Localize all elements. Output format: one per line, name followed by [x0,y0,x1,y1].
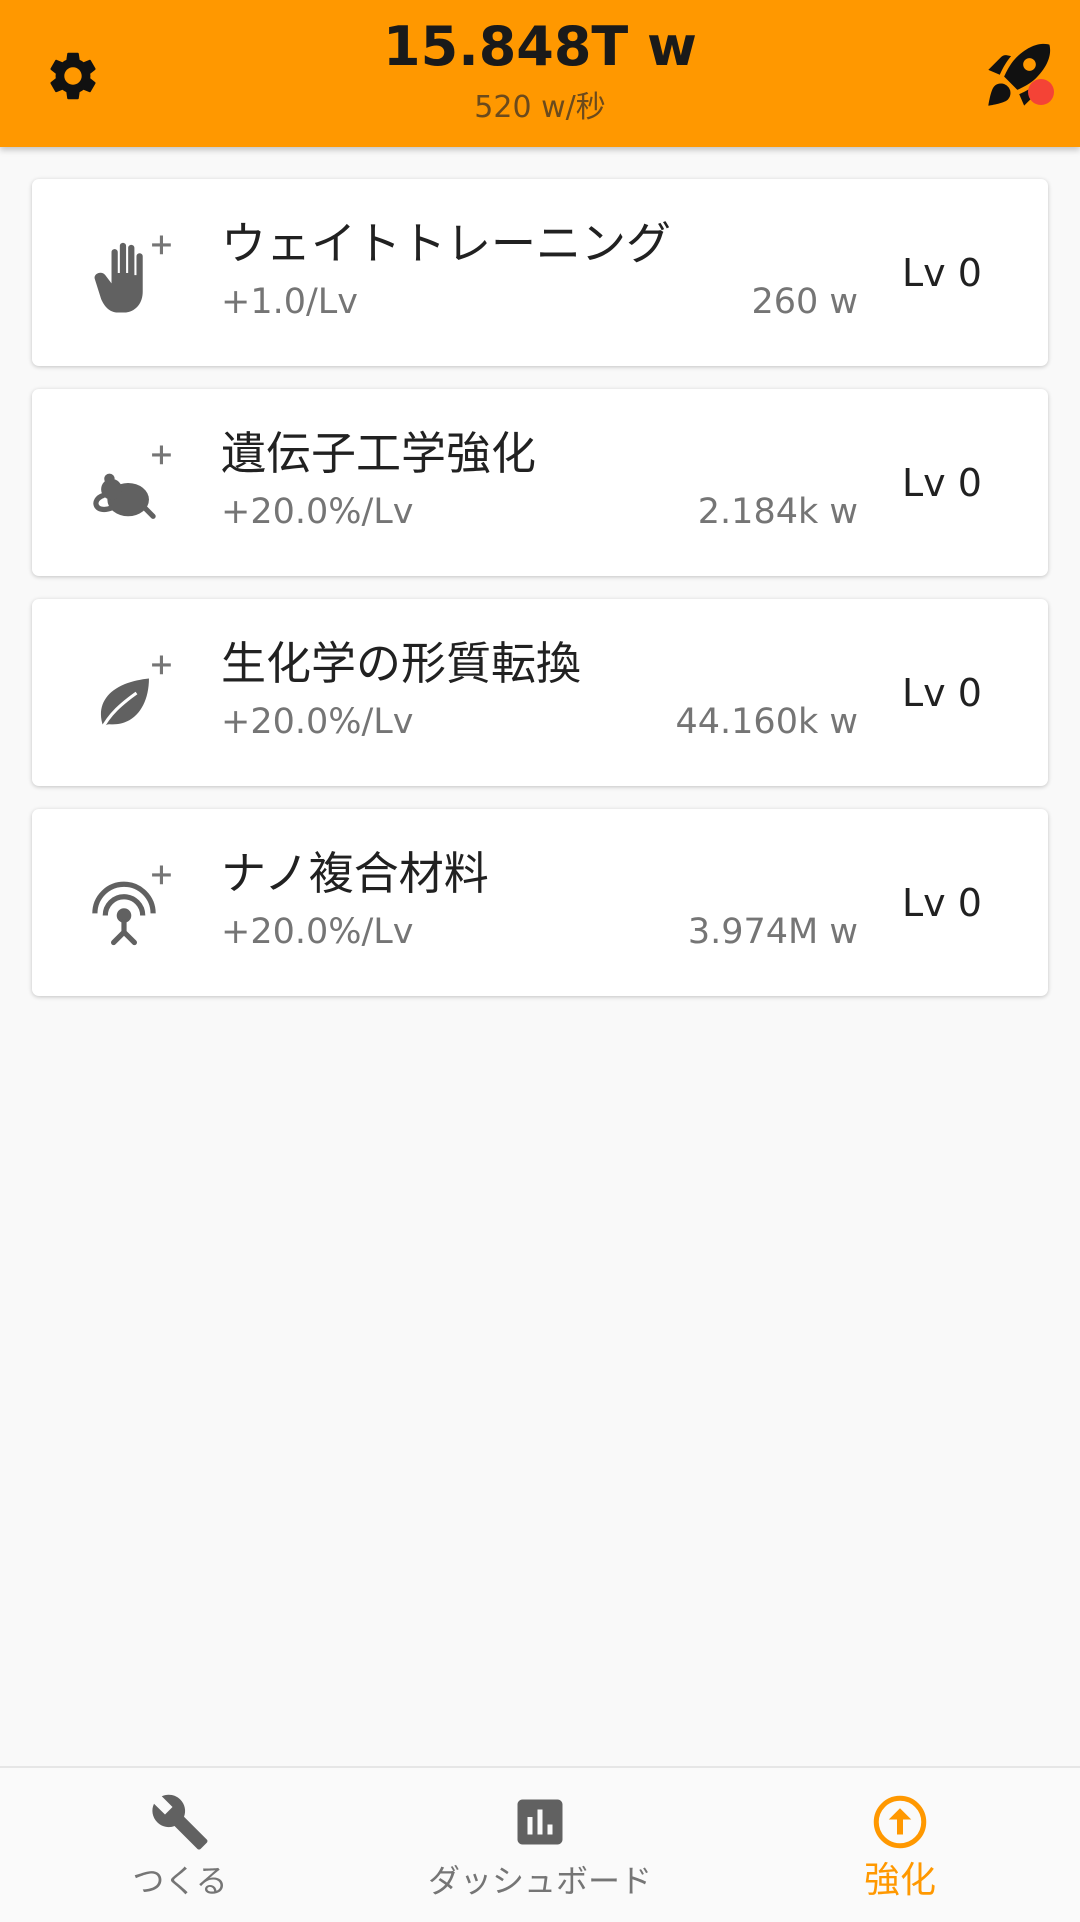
bottom-navigation: つくる ダッシュボード 強化 [0,1766,1080,1920]
upgrade-title: ナノ複合材料 [221,847,489,900]
antenna-plus-icon [72,851,176,955]
upgrade-title: ウェイトトレーニング [221,217,672,270]
upgrade-cost: 260 w [751,282,858,322]
upgrade-title: 生化学の形質転換 [221,637,582,690]
nav-label: ダッシュボード [427,1862,652,1900]
upgrade-level: Lv 0 [902,881,982,925]
mouse-plus-icon [72,431,176,535]
nav-item-create[interactable]: つくる [0,1768,360,1922]
upgrade-level: Lv 0 [902,671,982,715]
nav-label: つくる [132,1862,228,1900]
app-header: 15.848T w 520 w/秒 [0,0,1080,147]
upgrade-effect: +20.0%/Lv [221,912,414,952]
nav-item-upgrade[interactable]: 強化 [720,1768,1080,1922]
upgrade-level: Lv 0 [902,461,982,505]
upgrade-card-biochemical-transformation[interactable]: 生化学の形質転換 +20.0%/Lv 44.160k w Lv 0 [32,599,1048,786]
upgrade-cost: 2.184k w [697,492,858,532]
upgrade-card-weight-training[interactable]: ウェイトトレーニング +1.0/Lv 260 w Lv 0 [32,179,1048,366]
hand-plus-icon [72,221,176,325]
upgrade-cost: 44.160k w [675,702,859,742]
upgrade-cost: 3.974M w [687,912,858,952]
upgrade-effect: +1.0/Lv [221,282,358,322]
production-rate: 520 w/秒 [474,90,606,125]
upgrade-title: 遺伝子工学強化 [221,427,537,480]
upgrade-list: ウェイトトレーニング +1.0/Lv 260 w Lv 0 遺伝子工学強化 +2… [32,179,1048,1019]
upgrade-effect: +20.0%/Lv [221,492,414,532]
nav-item-dashboard[interactable]: ダッシュボード [360,1768,720,1922]
leaf-plus-icon [72,641,176,745]
wrench-icon [150,1792,210,1852]
upgrade-level: Lv 0 [902,251,982,295]
nav-label-active: 強化 [863,1860,936,1901]
upgrade-card-genetic-engineering[interactable]: 遺伝子工学強化 +20.0%/Lv 2.184k w Lv 0 [32,389,1048,576]
total-amount: 15.848T w [383,15,697,78]
upgrade-arrow-icon [870,1792,930,1852]
upgrade-card-nanocomposite[interactable]: ナノ複合材料 +20.0%/Lv 3.974M w Lv 0 [32,809,1048,996]
notification-dot [1028,79,1054,105]
upgrade-effect: +20.0%/Lv [221,702,414,742]
bar-chart-icon [510,1792,570,1852]
